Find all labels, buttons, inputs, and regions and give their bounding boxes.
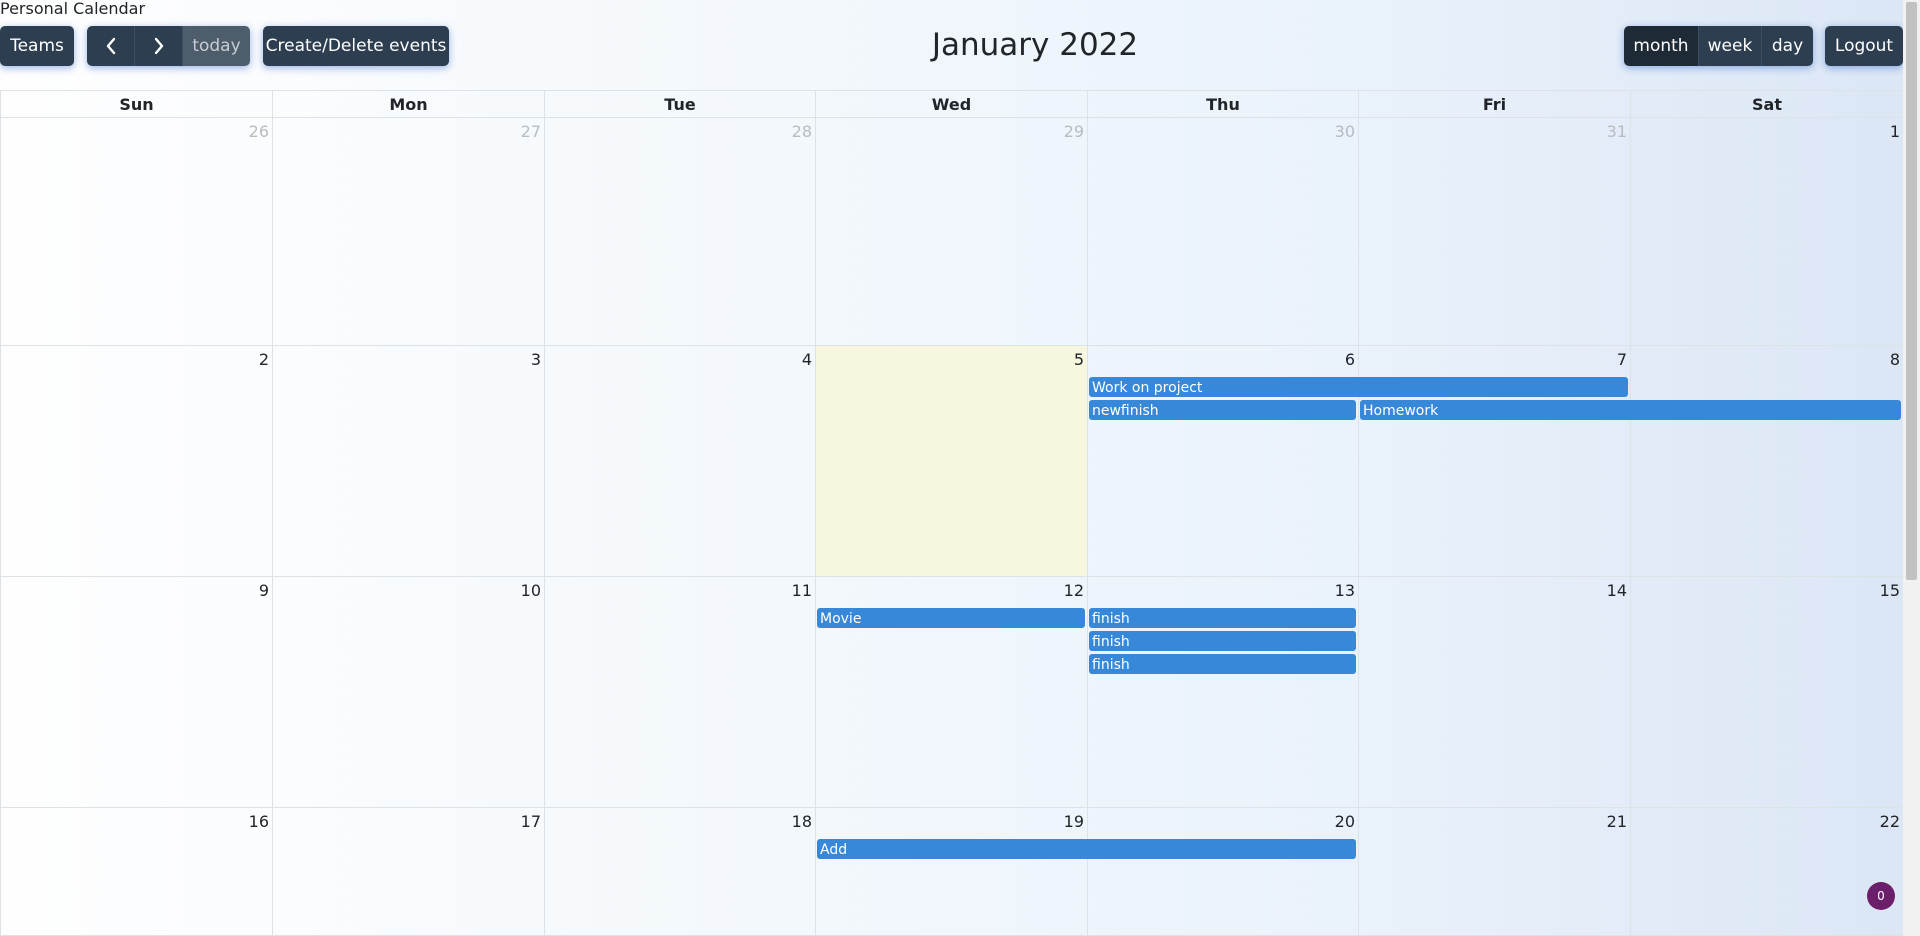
month-view-button[interactable]: month <box>1624 26 1699 66</box>
day-header-fri: Fri <box>1358 91 1630 118</box>
day-number[interactable]: 26 <box>249 122 269 142</box>
chevron-right-icon <box>154 37 163 55</box>
app-title: Personal Calendar <box>0 0 146 18</box>
calendar-event[interactable]: Homework <box>1360 400 1901 420</box>
day-cell[interactable]: 2 <box>0 346 272 576</box>
day-number[interactable]: 29 <box>1064 122 1084 142</box>
teams-button[interactable]: Teams <box>0 26 74 66</box>
day-number[interactable]: 5 <box>1074 350 1084 370</box>
calendar-event[interactable]: finish <box>1089 608 1356 628</box>
chevron-left-icon <box>106 37 115 55</box>
day-number[interactable]: 13 <box>1335 581 1355 601</box>
day-number[interactable]: 18 <box>792 812 812 832</box>
day-number[interactable]: 10 <box>521 581 541 601</box>
day-cell[interactable]: 19 <box>815 808 1087 935</box>
day-header-sun: Sun <box>0 91 272 118</box>
calendar-event[interactable]: finish <box>1089 654 1356 674</box>
day-header-sat: Sat <box>1630 91 1903 118</box>
week-view-button[interactable]: week <box>1699 26 1762 66</box>
day-cell[interactable]: 21 <box>1358 808 1630 935</box>
logout-button[interactable]: Logout <box>1825 26 1903 66</box>
day-number[interactable]: 3 <box>531 350 541 370</box>
day-cell[interactable]: 3 <box>272 346 544 576</box>
day-number[interactable]: 28 <box>792 122 812 142</box>
day-cell[interactable]: 14 <box>1358 577 1630 807</box>
day-number[interactable]: 16 <box>249 812 269 832</box>
day-cell[interactable]: 11 <box>544 577 815 807</box>
day-cell[interactable]: 29 <box>815 118 1087 345</box>
toolbar: Teams today Create/Delete events month w… <box>0 26 1905 66</box>
day-number[interactable]: 21 <box>1607 812 1627 832</box>
day-cell[interactable]: 1 <box>1630 118 1903 345</box>
week-row: 16 17 18 19 20 21 22 Add <box>0 808 1903 936</box>
scrollbar-thumb[interactable] <box>1906 2 1917 580</box>
day-cell[interactable]: 5 <box>815 346 1087 576</box>
day-cell[interactable]: 26 <box>0 118 272 345</box>
day-number[interactable]: 9 <box>259 581 269 601</box>
day-of-week-header: Sun Mon Tue Wed Thu Fri Sat <box>0 90 1903 118</box>
day-number[interactable]: 19 <box>1064 812 1084 832</box>
calendar-event[interactable]: newfinish <box>1089 400 1356 420</box>
view-button-group: month week day <box>1624 26 1813 66</box>
day-number[interactable]: 15 <box>1880 581 1900 601</box>
day-cell[interactable]: 27 <box>272 118 544 345</box>
day-cell[interactable]: 31 <box>1358 118 1630 345</box>
create-delete-events-button[interactable]: Create/Delete events <box>263 26 449 66</box>
day-number[interactable]: 7 <box>1617 350 1627 370</box>
day-cell[interactable]: 18 <box>544 808 815 935</box>
week-row: 9 10 11 12 13 14 15 Movie finish finish finish <box>0 577 1903 808</box>
day-header-thu: Thu <box>1087 91 1358 118</box>
day-number[interactable]: 1 <box>1890 122 1900 142</box>
day-cell[interactable]: 22 <box>1630 808 1903 935</box>
day-cell[interactable]: 17 <box>272 808 544 935</box>
day-number[interactable]: 30 <box>1335 122 1355 142</box>
day-number[interactable]: 11 <box>792 581 812 601</box>
day-cell[interactable]: 30 <box>1087 118 1358 345</box>
day-header-mon: Mon <box>272 91 544 118</box>
day-number[interactable]: 20 <box>1335 812 1355 832</box>
vertical-scrollbar[interactable] <box>1903 0 1920 936</box>
day-cell[interactable]: 8 <box>1630 346 1903 576</box>
day-number[interactable]: 17 <box>521 812 541 832</box>
calendar-event[interactable]: Add <box>817 839 1356 859</box>
day-cell[interactable]: 20 <box>1087 808 1358 935</box>
day-number[interactable]: 8 <box>1890 350 1900 370</box>
calendar-event[interactable]: finish <box>1089 631 1356 651</box>
day-cell[interactable]: 16 <box>0 808 272 935</box>
day-number[interactable]: 22 <box>1880 812 1900 832</box>
day-cell[interactable]: 4 <box>544 346 815 576</box>
day-number[interactable]: 12 <box>1064 581 1084 601</box>
month-grid: Sun Mon Tue Wed Thu Fri Sat 26 27 28 29 30 31 1 2 3 4 5 6… <box>0 90 1903 936</box>
calendar-event[interactable]: Work on project <box>1089 377 1628 397</box>
calendar-event[interactable]: Movie <box>817 608 1085 628</box>
day-number[interactable]: 2 <box>259 350 269 370</box>
day-header-tue: Tue <box>544 91 815 118</box>
today-button[interactable]: today <box>183 26 250 66</box>
week-row: 26 27 28 29 30 31 1 <box>0 118 1903 346</box>
day-cell[interactable]: 9 <box>0 577 272 807</box>
week-row: 2 3 4 5 6 7 8 Work on project newfinish Homework <box>0 346 1903 577</box>
notification-badge[interactable]: 0 <box>1867 882 1895 910</box>
day-view-button[interactable]: day <box>1762 26 1813 66</box>
day-number[interactable]: 6 <box>1345 350 1355 370</box>
day-header-wed: Wed <box>815 91 1087 118</box>
prev-button[interactable] <box>87 26 135 66</box>
day-number[interactable]: 14 <box>1607 581 1627 601</box>
day-number[interactable]: 27 <box>521 122 541 142</box>
next-button[interactable] <box>135 26 183 66</box>
nav-button-group: today <box>87 26 250 66</box>
day-cell[interactable]: 10 <box>272 577 544 807</box>
day-number[interactable]: 31 <box>1607 122 1627 142</box>
day-cell[interactable]: 28 <box>544 118 815 345</box>
day-number[interactable]: 4 <box>802 350 812 370</box>
day-cell[interactable]: 15 <box>1630 577 1903 807</box>
